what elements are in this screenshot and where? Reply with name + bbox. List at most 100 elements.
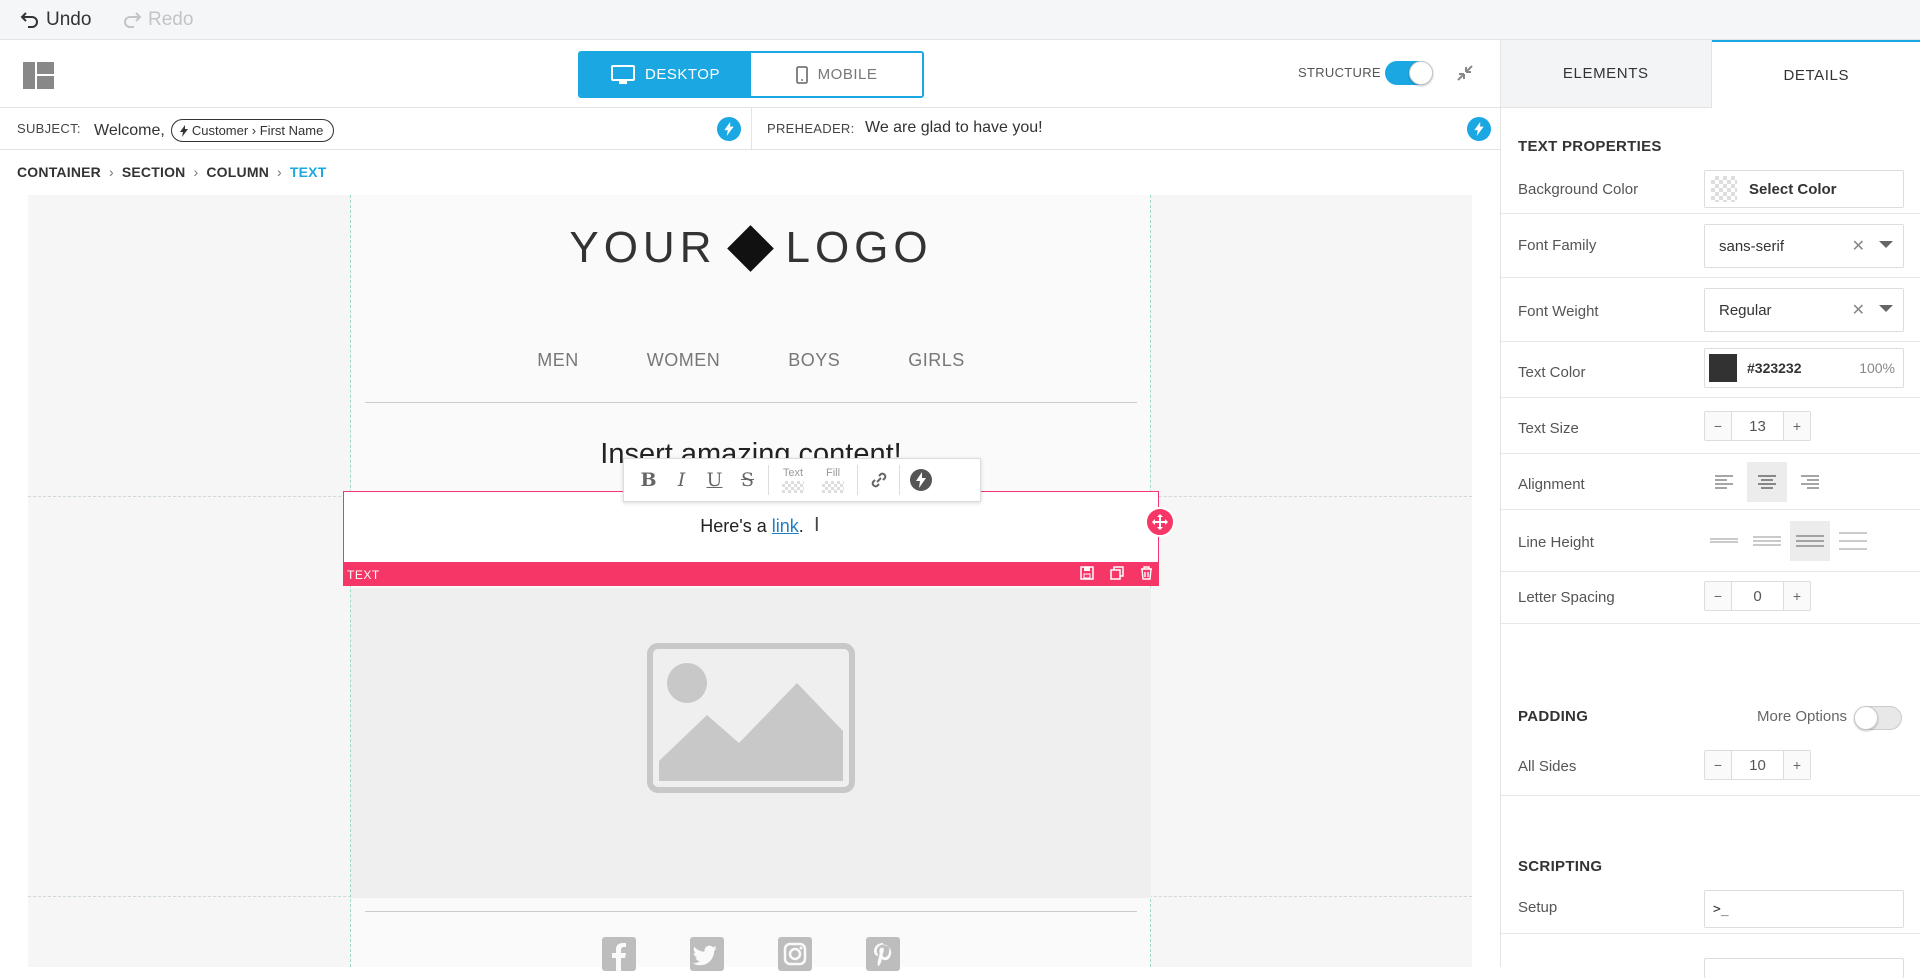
toggle-knob [1854,706,1878,730]
breadcrumb-container[interactable]: CONTAINER [17,164,101,180]
text-block-content[interactable]: Here's a link. [344,516,1160,537]
chevron-down-icon[interactable] [1879,241,1893,248]
collapse-icon[interactable] [1456,64,1474,82]
redo-button[interactable]: Redo [122,9,193,31]
link-button[interactable] [862,460,895,500]
structure-label: STRUCTURE [1298,65,1381,80]
breadcrumb-section[interactable]: SECTION [122,164,186,180]
image-block[interactable] [351,588,1151,898]
instagram-icon[interactable] [778,937,812,971]
decrement-button[interactable]: − [1705,751,1731,779]
desktop-button[interactable]: DESKTOP [580,53,751,96]
text-cursor-icon: I [814,514,820,537]
chevron-down-icon[interactable] [1879,305,1893,312]
background-color-picker[interactable]: Select Color [1704,170,1904,208]
decrement-button[interactable]: − [1705,582,1731,610]
top-toolbar: Undo Redo [0,0,1920,40]
layout-grid-icon[interactable] [23,62,54,89]
nav-item-boys[interactable]: BOYS [788,350,840,371]
divider [365,911,1137,912]
all-sides-stepper: − 10 + [1704,750,1811,780]
all-sides-input[interactable]: 10 [1731,751,1784,779]
underline-button[interactable]: U [698,460,731,500]
increment-button[interactable]: + [1784,412,1810,440]
increment-button[interactable]: + [1784,582,1810,610]
nav-item-girls[interactable]: GIRLS [908,350,965,371]
text-size-stepper: − 13 + [1704,411,1811,441]
social-links [351,937,1151,971]
align-right-button[interactable] [1790,462,1830,502]
text-size-input[interactable]: 13 [1731,412,1784,440]
transparent-swatch-icon [822,481,844,493]
nav-item-men[interactable]: MEN [537,350,579,371]
decrement-button[interactable]: − [1705,412,1731,440]
preheader-input[interactable]: We are glad to have you! [865,119,1043,137]
block-type-label: TEXT [347,568,380,582]
divider [751,108,752,150]
twitter-icon[interactable] [690,937,724,971]
line-height-4-button[interactable] [1833,521,1873,561]
subject-text: Welcome, [94,122,165,140]
padding-title: PADDING [1518,708,1588,725]
background-color-row: Background Color Select Color [1501,166,1920,214]
clear-icon[interactable]: ✕ [1852,300,1865,320]
font-family-select[interactable]: sans-serif ✕ [1704,224,1904,268]
link-icon [870,471,888,489]
bold-button[interactable]: B [632,460,665,500]
preheader-personalize-button[interactable] [1467,117,1491,141]
selected-text-block[interactable]: Here's a link. I TEXT [343,491,1159,588]
properties-panel: ELEMENTS DETAILS TEXT PROPERTIES Backgro… [1500,40,1920,967]
font-weight-select[interactable]: Regular ✕ [1704,288,1904,332]
move-handle[interactable] [1145,507,1175,537]
align-left-button[interactable] [1704,462,1744,502]
email-canvas[interactable]: YOUR LOGO MEN WOMEN BOYS GIRLS Insert am… [28,195,1472,967]
tab-details[interactable]: DETAILS [1712,40,1920,108]
subject-field[interactable]: Welcome, Customer › First Name [94,119,334,142]
lightning-icon [909,468,933,492]
increment-button[interactable]: + [1784,751,1810,779]
link[interactable]: link [772,516,799,536]
breadcrumb-column[interactable]: COLUMN [206,164,269,180]
letter-spacing-stepper: − 0 + [1704,581,1811,611]
line-height-2-button[interactable] [1747,521,1787,561]
strikethrough-button[interactable]: S [731,460,764,500]
letter-spacing-input[interactable]: 0 [1731,582,1784,610]
undo-button[interactable]: Undo [20,9,91,31]
lightning-icon [1474,122,1484,136]
structure-toggle[interactable] [1385,61,1433,85]
logo-text-right: LOGO [785,223,932,273]
line-height-3-button[interactable] [1790,521,1830,561]
mobile-label: MOBILE [818,66,878,83]
text-color-picker[interactable]: #323232 100% [1704,348,1904,388]
more-options-toggle[interactable] [1854,706,1902,730]
clear-icon[interactable]: ✕ [1852,236,1865,256]
email-editor: DESKTOP MOBILE STRUCTURE SUBJECT: Welcom… [0,40,1500,967]
text-color-button[interactable]: Text [773,460,813,500]
trash-icon[interactable] [1140,566,1153,580]
pinterest-icon[interactable] [866,937,900,971]
save-icon[interactable] [1080,566,1094,580]
mobile-button[interactable]: MOBILE [751,53,922,96]
more-options-label: More Options [1757,708,1847,725]
tab-elements[interactable]: ELEMENTS [1501,40,1712,108]
merge-tag-pill[interactable]: Customer › First Name [171,119,334,142]
line-height-icon [1753,535,1781,547]
email-body[interactable]: YOUR LOGO MEN WOMEN BOYS GIRLS Insert am… [351,195,1151,967]
text-color-opacity: 100% [1859,360,1895,376]
panel-tabs: ELEMENTS DETAILS [1501,40,1920,108]
personalize-button[interactable] [904,460,937,500]
facebook-icon[interactable] [602,937,636,971]
fill-color-button[interactable]: Fill [813,460,853,500]
email-logo[interactable]: YOUR LOGO [351,223,1151,273]
format-toolbar: B I U S Text Fill [623,458,981,502]
script-input[interactable] [1704,958,1904,978]
setup-script-input[interactable]: >_ [1704,890,1904,928]
italic-button[interactable]: I [665,460,698,500]
duplicate-icon[interactable] [1110,566,1124,580]
line-height-1-button[interactable] [1704,521,1744,561]
subject-personalize-button[interactable] [717,117,741,141]
align-center-button[interactable] [1747,462,1787,502]
setup-label: Setup [1518,899,1557,916]
email-nav: MEN WOMEN BOYS GIRLS [351,350,1151,371]
nav-item-women[interactable]: WOMEN [647,350,721,371]
